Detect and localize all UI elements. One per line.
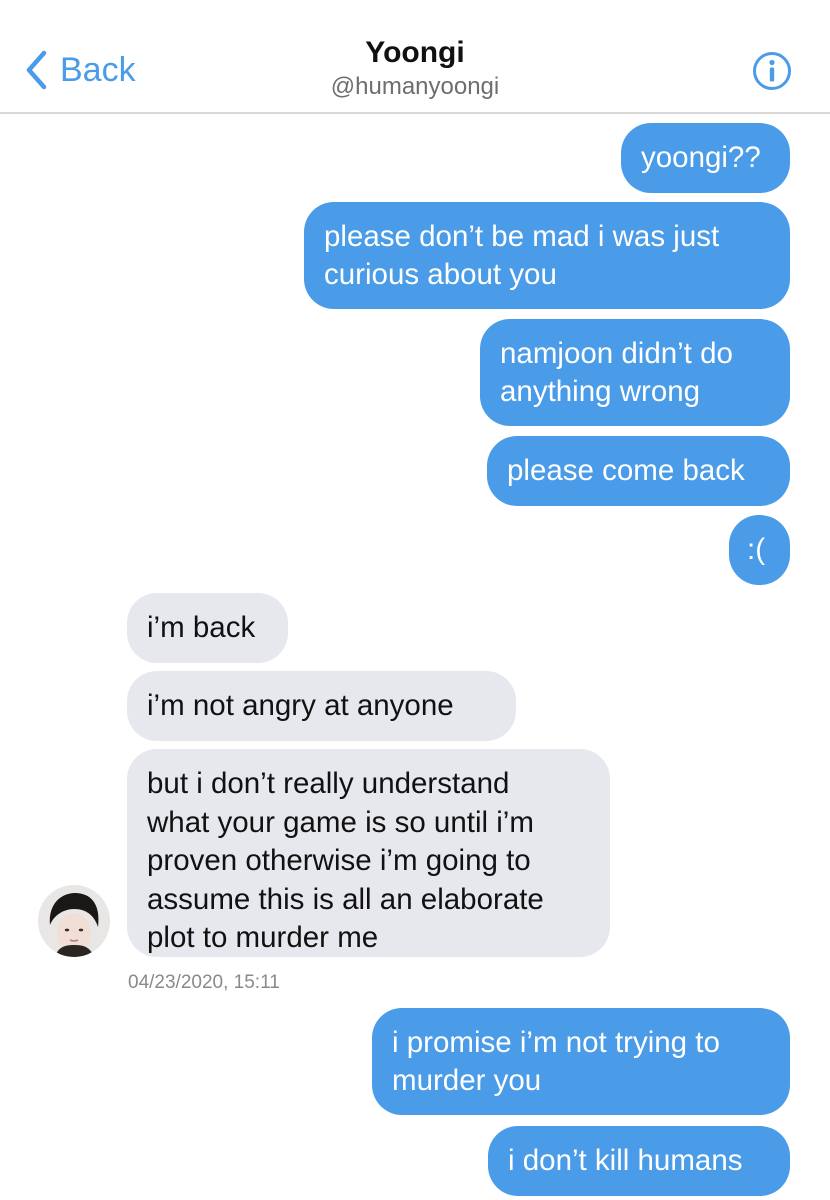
message-line: proven otherwise i’m going to [147,844,531,877]
message-line: please come back [507,454,745,487]
message-bubble-outgoing[interactable]: yoongi?? [621,123,790,193]
message-line: but i don’t really understand [147,767,510,800]
message-bubble-outgoing[interactable]: i promise i’m not trying to murder you [372,1008,790,1115]
message-bubble-incoming[interactable]: but i don’t really understand what your … [127,749,610,957]
message-line: i don’t kill humans [508,1144,743,1177]
message-line: what your game is so until i’m [147,805,534,839]
message-line: curious about you [324,258,557,291]
message-line: yoongi?? [641,141,761,174]
message-bubble-incoming[interactable]: i’m back [127,593,288,663]
message-line: :( [747,533,766,566]
message-line: murder you [392,1064,542,1097]
message-bubble-outgoing[interactable]: please don’t be mad i was just curious a… [304,202,790,309]
contact-handle: @humanyoongi [330,72,500,100]
message-line: namjoon didn’t do [500,337,733,370]
avatar[interactable] [38,885,110,957]
conversation-header: Back Yoongi @humanyoongi [0,0,830,114]
info-button[interactable] [752,51,792,91]
message-line: please don’t be mad i was just [324,220,720,253]
message-bubble-outgoing[interactable]: i don’t kill humans [488,1126,790,1196]
back-label: Back [60,51,136,89]
contact-name: Yoongi [365,36,465,69]
message-timestamp: 04/23/2020, 15:11 [128,972,280,993]
message-line: assume this is all an elaborate [147,882,544,916]
contact-info: Yoongi @humanyoongi [215,36,615,101]
back-button[interactable]: Back [24,48,136,92]
message-line: anything wrong [500,375,701,408]
message-bubble-incoming[interactable]: i’m not angry at anyone [127,671,516,741]
message-line: plot to murder me [147,921,379,954]
message-line: i’m not angry at anyone [147,689,454,722]
message-bubble-outgoing[interactable]: please come back [487,436,790,506]
message-bubble-outgoing[interactable]: namjoon didn’t do anything wrong [480,319,790,426]
message-line: i promise i’m not trying to [392,1026,720,1059]
avatar-photo [38,885,110,957]
chevron-left-icon [26,50,47,90]
message-line: i’m back [147,611,256,644]
message-bubble-outgoing[interactable]: :( [729,515,790,585]
info-icon [753,52,791,90]
